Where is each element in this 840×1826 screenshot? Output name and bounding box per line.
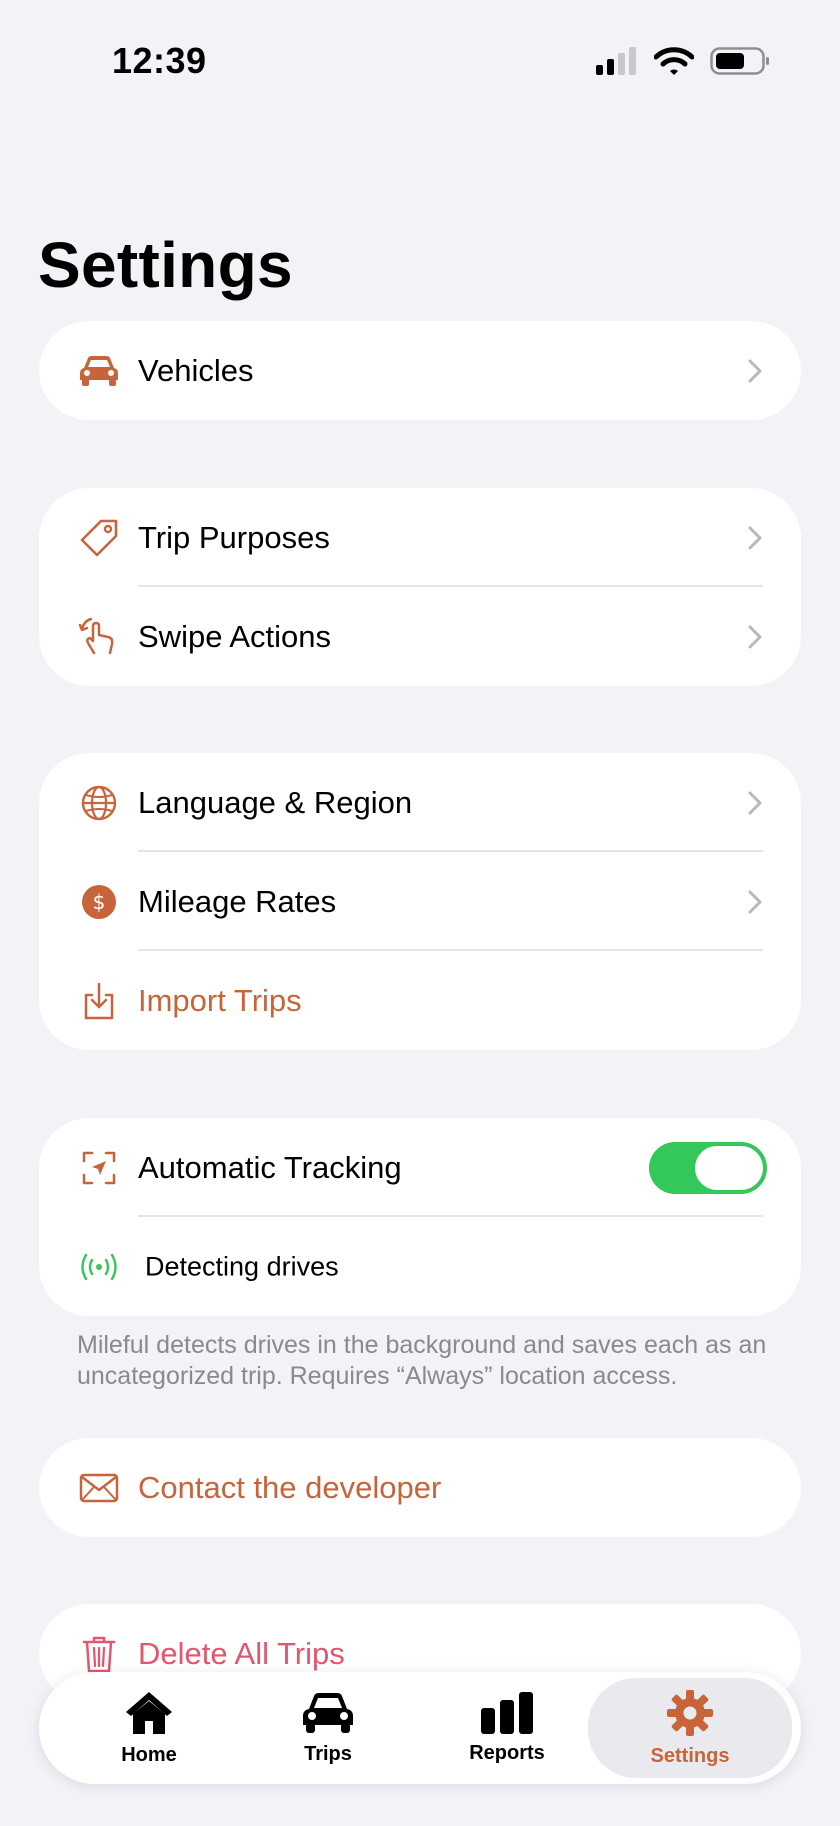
location-viewfinder-icon: [77, 1146, 121, 1190]
hand-swipe-icon: [77, 615, 121, 659]
cellular-signal-icon: [596, 47, 636, 75]
tab-reports[interactable]: Reports: [412, 1672, 602, 1784]
bar-chart-icon: [481, 1691, 533, 1734]
import-trips-row[interactable]: Import Trips: [39, 951, 801, 1050]
tab-trips[interactable]: Trips: [233, 1672, 423, 1784]
vehicles-card: Vehicles: [39, 321, 801, 420]
tracking-card: Automatic Tracking Detecting drives: [39, 1118, 801, 1316]
detecting-drives-label: Detecting drives: [145, 1251, 339, 1281]
contact-developer-label: Contact the developer: [138, 1469, 442, 1505]
house-icon: [126, 1691, 172, 1734]
tab-settings[interactable]: Settings: [588, 1678, 792, 1778]
general-card: Language & Region $ Mileage Rates Import…: [39, 753, 801, 1050]
swipe-actions-label: Swipe Actions: [138, 618, 331, 654]
import-download-icon: [77, 979, 121, 1023]
tag-icon: [77, 516, 121, 560]
automatic-tracking-toggle[interactable]: [649, 1141, 767, 1194]
trip-options-card: Trip Purposes Swipe Actions: [39, 488, 801, 686]
globe-icon: [77, 781, 121, 825]
automatic-tracking-row: Automatic Tracking: [39, 1118, 801, 1217]
toggle-knob: [695, 1145, 763, 1190]
car-icon: [303, 1692, 353, 1733]
vehicles-label: Vehicles: [138, 352, 254, 388]
car-icon: [77, 349, 121, 393]
import-trips-label: Import Trips: [138, 982, 302, 1018]
language-region-label: Language & Region: [138, 784, 413, 820]
vehicles-row[interactable]: Vehicles: [39, 321, 801, 420]
chevron-right-icon: [748, 791, 762, 814]
page-title: Settings: [38, 229, 293, 301]
tab-bar: Home Trips Reports Settings: [39, 1672, 801, 1784]
chevron-right-icon: [748, 526, 762, 549]
chevron-right-icon: [748, 359, 762, 382]
contact-card: Contact the developer: [39, 1438, 801, 1537]
delete-all-trips-label: Delete All Trips: [138, 1635, 345, 1671]
mileage-rates-row[interactable]: $ Mileage Rates: [39, 852, 801, 951]
broadcast-signal-icon: [77, 1245, 121, 1289]
swipe-actions-row[interactable]: Swipe Actions: [39, 587, 801, 686]
tab-reports-label: Reports: [469, 1741, 545, 1764]
tab-trips-label: Trips: [304, 1742, 352, 1765]
dollar-circle-icon: $: [77, 880, 121, 924]
status-time: 12:39: [112, 40, 207, 81]
gear-icon: [667, 1689, 713, 1736]
wifi-icon: [654, 47, 694, 75]
contact-developer-row[interactable]: Contact the developer: [39, 1438, 801, 1537]
tab-home[interactable]: Home: [54, 1672, 244, 1784]
automatic-tracking-label: Automatic Tracking: [138, 1149, 402, 1185]
trash-icon: [77, 1632, 121, 1676]
chevron-right-icon: [748, 625, 762, 648]
status-bar: 12:39: [0, 0, 840, 120]
language-region-row[interactable]: Language & Region: [39, 753, 801, 852]
tab-home-label: Home: [121, 1743, 177, 1766]
tracking-footnote: Mileful detects drives in the background…: [77, 1331, 767, 1390]
status-icons: [594, 46, 770, 76]
chevron-right-icon: [748, 890, 762, 913]
mileage-rates-label: Mileage Rates: [138, 883, 337, 919]
trip-purposes-row[interactable]: Trip Purposes: [39, 488, 801, 587]
tab-settings-label: Settings: [650, 1744, 730, 1767]
detecting-drives-row: Detecting drives: [39, 1217, 801, 1316]
svg-text:$: $: [93, 890, 106, 914]
battery-icon: [710, 47, 769, 75]
envelope-icon: [77, 1466, 121, 1510]
trip-purposes-label: Trip Purposes: [138, 519, 330, 555]
